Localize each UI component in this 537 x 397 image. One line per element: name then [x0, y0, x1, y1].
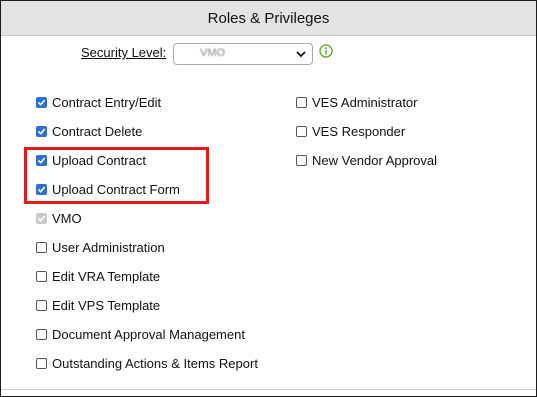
checkbox-label: VES Responder	[312, 124, 406, 139]
checkbox-unchecked[interactable]	[36, 242, 47, 253]
info-icon[interactable]	[319, 44, 333, 58]
roles-privileges-panel: Roles & Privileges Security Level: VMO C…	[0, 0, 537, 397]
highlight-box	[24, 147, 209, 204]
checkbox-unchecked[interactable]	[36, 300, 47, 311]
checkbox-unchecked[interactable]	[296, 97, 307, 108]
checkbox-contract-entry-edit[interactable]: Contract Entry/Edit	[36, 95, 161, 110]
checkbox-label: New Vendor Approval	[312, 153, 438, 168]
checkbox-label: Edit VRA Template	[52, 269, 161, 284]
security-level-label: Security Level:	[81, 45, 167, 60]
checkbox-edit-vps-template[interactable]: Edit VPS Template	[36, 298, 160, 313]
checkbox-label: User Administration	[52, 240, 165, 255]
checkbox-checked[interactable]	[36, 97, 47, 108]
checkbox-ves-administrator[interactable]: VES Administrator	[296, 95, 418, 110]
checkbox-outstanding-actions-items-report[interactable]: Outstanding Actions & Items Report	[36, 356, 258, 371]
security-level-value: VMO	[200, 47, 226, 59]
panel-header: Roles & Privileges	[1, 1, 536, 36]
checkbox-unchecked[interactable]	[296, 155, 307, 166]
checkbox-label: Edit VPS Template	[52, 298, 161, 313]
checkbox-unchecked[interactable]	[36, 358, 47, 369]
checkbox-label: Contract Entry/Edit	[52, 95, 162, 110]
checkbox-unchecked[interactable]	[296, 126, 307, 137]
checkbox-document-approval-management[interactable]: Document Approval Management	[36, 327, 245, 342]
checkbox-ves-responder[interactable]: VES Responder	[296, 124, 405, 139]
security-level-select[interactable]: VMO	[173, 43, 313, 65]
checkbox-new-vendor-approval[interactable]: New Vendor Approval	[296, 153, 437, 168]
checkbox-checked[interactable]	[36, 126, 47, 137]
checkbox-label: Contract Delete	[52, 124, 143, 139]
checkbox-contract-delete[interactable]: Contract Delete	[36, 124, 142, 139]
checkbox-unchecked[interactable]	[36, 329, 47, 340]
checkbox-edit-vra-template[interactable]: Edit VRA Template	[36, 269, 160, 284]
checkbox-unchecked[interactable]	[36, 271, 47, 282]
checkbox-label: VMO	[52, 211, 82, 226]
checkbox-label: VES Administrator	[312, 95, 418, 110]
checkbox-label: Document Approval Management	[52, 327, 245, 342]
checkbox-user-administration[interactable]: User Administration	[36, 240, 165, 255]
panel-title: Roles & Privileges	[207, 9, 330, 27]
checkbox-label: Outstanding Actions & Items Report	[52, 356, 258, 371]
chevron-down-icon	[296, 51, 306, 58]
divider	[1, 389, 536, 390]
checkbox-checked-disabled	[36, 213, 47, 224]
checkbox-vmo: VMO	[36, 211, 82, 226]
